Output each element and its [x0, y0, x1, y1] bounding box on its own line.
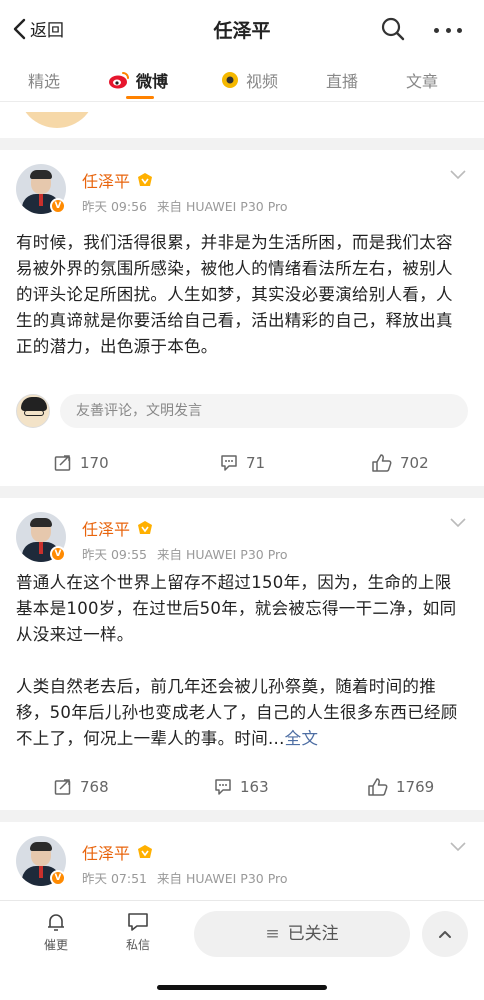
refresh-request-label: 催更: [43, 938, 68, 952]
like-count: 702: [400, 454, 429, 472]
chevron-down-icon[interactable]: [450, 518, 466, 528]
video-icon: [222, 72, 238, 88]
author-name: 任泽平: [82, 844, 131, 863]
refresh-request-button[interactable]: 催更: [34, 911, 78, 953]
post-text[interactable]: 有时候，我们活得很累，并非是为生活所困，而是我们太容易被外界的氛围所感染，被他人…: [16, 230, 468, 360]
post-time: 昨天 09:56: [82, 199, 147, 214]
comment-button[interactable]: 163: [214, 778, 269, 796]
member-badge-icon: [138, 521, 153, 534]
repost-count: 170: [80, 454, 109, 472]
author-name-row[interactable]: 任泽平: [82, 168, 154, 192]
following-label: 已关注: [287, 924, 339, 944]
thumbs-up-icon: [372, 454, 392, 472]
post-paragraph: 有时候，我们活得很累，并非是为生活所困，而是我们太容易被外界的氛围所感染，被他人…: [16, 233, 453, 356]
post-source: 来自 HUAWEI P30 Pro: [156, 199, 288, 214]
comment-input[interactable]: 友善评论，文明发言: [60, 394, 468, 428]
post-paragraph: 人类自然老去后，前几年还会被儿孙祭奠，随着时间的推移，50年后儿孙也变成老人了，…: [16, 674, 468, 752]
author-name-row[interactable]: 任泽平: [82, 840, 154, 864]
comment-icon: [221, 455, 237, 471]
chevron-down-icon[interactable]: [450, 170, 466, 180]
post-paragraph: 普通人在这个世界上留存不超过150年，因为，生命的上限基本是100岁，在过世后5…: [16, 573, 457, 644]
post-source: 来自 HUAWEI P30 Pro: [156, 871, 288, 886]
repost-button[interactable]: 170: [54, 454, 109, 472]
comment-count: 163: [240, 778, 269, 796]
author-name: 任泽平: [82, 520, 131, 539]
post-card: V 任泽平 昨天 09:55 来自 HUAWEI P30 Pro 普通人在这个世…: [0, 498, 484, 810]
chevron-up-icon: [439, 931, 451, 938]
comment-button[interactable]: 71: [220, 454, 265, 472]
bottom-bar: 催更 私信 ≡ 已关注: [0, 900, 484, 1000]
tab-label: 视频: [246, 72, 279, 91]
tab-label: 精选: [28, 72, 61, 91]
post-time: 昨天 09:55: [82, 547, 147, 562]
post-time: 昨天 07:51: [82, 871, 147, 886]
verified-badge-icon: V: [50, 546, 66, 562]
post-actions: 170 71 702: [0, 446, 484, 486]
message-icon: [128, 913, 148, 931]
read-more-link[interactable]: 全文: [285, 729, 319, 748]
like-count: 1769: [396, 778, 435, 796]
like-button[interactable]: 702: [372, 454, 429, 472]
home-indicator: [157, 985, 327, 990]
comment-input-row: 友善评论，文明发言: [16, 394, 468, 428]
like-button[interactable]: 1769: [368, 778, 434, 796]
comment-count: 71: [246, 454, 266, 472]
post-card: V 任泽平 昨天 09:56 来自 HUAWEI P30 Pro 有时候，我们活…: [0, 150, 484, 486]
tab-label: 微博: [136, 72, 169, 91]
tab-live[interactable]: 直播: [326, 68, 358, 92]
chevron-left-icon: [13, 18, 26, 39]
member-badge-icon: [138, 845, 153, 858]
scroll-top-button[interactable]: [422, 911, 468, 957]
repost-count: 768: [80, 778, 109, 796]
search-icon[interactable]: [380, 16, 406, 42]
weibo-icon: [109, 72, 129, 89]
thumbs-up-icon: [368, 778, 388, 796]
tab-bar: 精选 微博 视频 直播 文章: [0, 60, 484, 102]
repost-button[interactable]: 768: [54, 778, 109, 796]
my-avatar: [16, 394, 50, 428]
following-button[interactable]: ≡ 已关注: [194, 911, 410, 957]
post-paragraph-text: 人类自然老去后，前几年还会被儿孙祭奠，随着时间的推移，50年后儿孙也变成老人了，…: [16, 677, 458, 748]
top-bar: 返回 任泽平 精选 微博 视频 直播 文章: [0, 0, 484, 112]
post-meta: 昨天 09:55 来自 HUAWEI P30 Pro: [82, 544, 294, 563]
tab-articles[interactable]: 文章: [406, 68, 438, 92]
tab-label: 文章: [406, 72, 439, 91]
nav-bar: 返回 任泽平: [0, 0, 484, 60]
post-actions: 768 163 1769: [0, 770, 484, 810]
message-label: 私信: [125, 938, 150, 952]
back-button[interactable]: 返回: [12, 16, 64, 41]
member-badge-icon: [138, 173, 153, 186]
post-meta: 昨天 07:51 来自 HUAWEI P30 Pro: [82, 868, 294, 887]
page-title: 任泽平: [213, 20, 271, 42]
verified-badge-icon: V: [50, 870, 66, 886]
active-tab-indicator: [126, 96, 154, 99]
more-icon[interactable]: [434, 28, 462, 34]
author-name: 任泽平: [82, 172, 131, 191]
tab-weibo[interactable]: 微博: [108, 68, 168, 92]
message-button[interactable]: 私信: [116, 911, 160, 953]
comment-icon: [215, 779, 231, 795]
tab-featured[interactable]: 精选: [28, 68, 60, 92]
tab-video[interactable]: 视频: [220, 68, 278, 92]
tab-label: 直播: [326, 72, 359, 91]
verified-badge-icon: V: [50, 198, 66, 214]
post-source: 来自 HUAWEI P30 Pro: [156, 547, 288, 562]
menu-icon: ≡: [265, 924, 280, 944]
author-name-row[interactable]: 任泽平: [82, 516, 154, 540]
bell-icon: [48, 914, 64, 931]
repost-icon: [54, 779, 71, 795]
repost-icon: [54, 455, 71, 471]
post-text[interactable]: 普通人在这个世界上留存不超过150年，因为，生命的上限基本是100岁，在过世后5…: [16, 570, 468, 752]
back-label: 返回: [30, 21, 64, 41]
post-meta: 昨天 09:56 来自 HUAWEI P30 Pro: [82, 196, 294, 215]
chevron-down-icon[interactable]: [450, 842, 466, 852]
